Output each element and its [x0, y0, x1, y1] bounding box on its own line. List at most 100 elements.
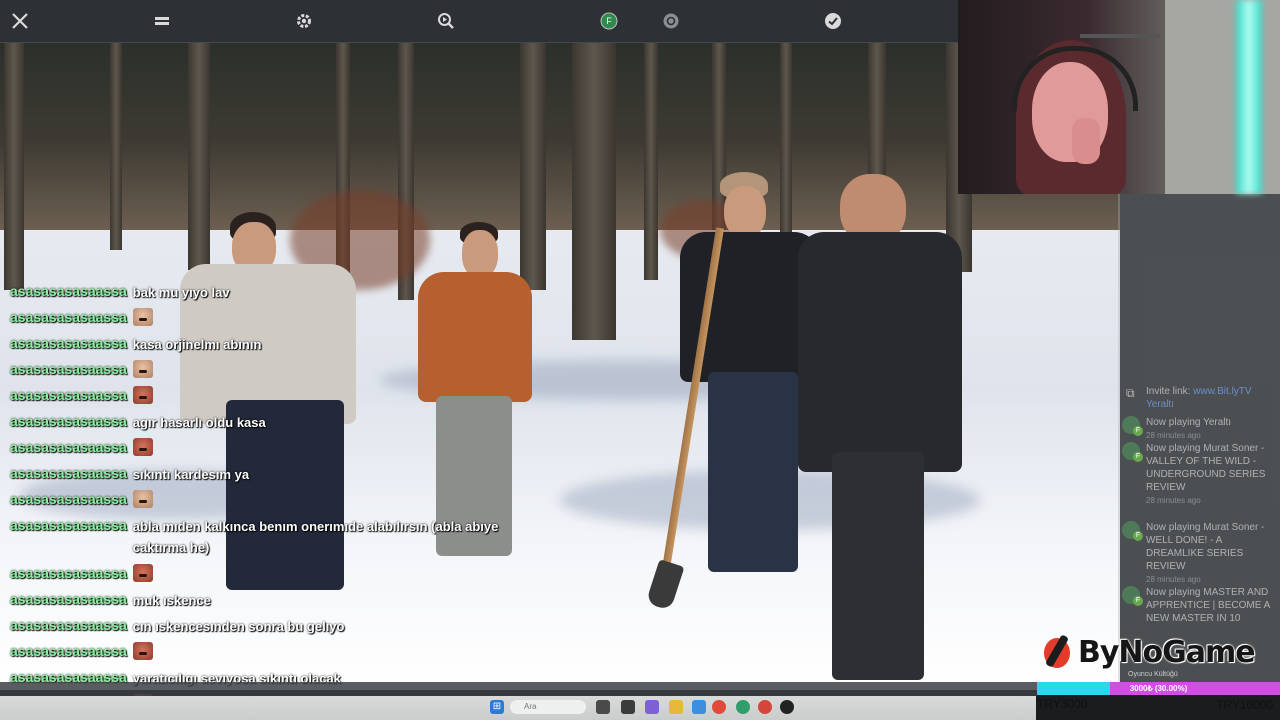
logo-text: ByNoGame: [1078, 634, 1256, 670]
zoom-in-icon[interactable]: [436, 11, 456, 31]
top-toolbar: F: [0, 0, 958, 43]
activity-entry: F Now playing MASTER AND APPRENTICE | BE…: [1122, 586, 1272, 632]
chat-username: asasasasasaassa: [10, 413, 127, 429]
chat-username: asasasasasaassa: [10, 439, 127, 455]
settings-round-icon[interactable]: [661, 11, 681, 31]
chat-text: bak mu yıyo lav: [132, 285, 230, 300]
list-icon[interactable]: [152, 11, 172, 31]
activity-entry: F Now playing Murat Soner - WELL DONE! -…: [1122, 521, 1272, 587]
legs: [708, 372, 798, 572]
chat-message: asasasasasaassa: [10, 360, 530, 386]
chat-username: asasasasasaassa: [10, 491, 127, 507]
file-explorer-icon[interactable]: [669, 700, 683, 714]
obs-icon[interactable]: [780, 700, 794, 714]
webcam-wall: [1165, 0, 1280, 194]
chat-username: asasasasasaassa: [10, 643, 127, 659]
goal-max-amount: TRY10000: [1216, 698, 1274, 712]
share-icon: ⧉: [1126, 386, 1135, 400]
chat-text: cın ıskencesınden sonra bu gelıyo: [132, 619, 345, 634]
chat-text: sıkıntı kardesım ya: [132, 467, 250, 482]
torso: [798, 232, 962, 472]
chat-message: asasasasasaassa: [10, 564, 530, 590]
activity-title: Now playing Yeraltı: [1146, 417, 1232, 428]
chat-message: asasasasasaassa: [10, 438, 530, 464]
chat-text: abla mıden kalkınca benım onerımıde alab…: [132, 519, 499, 555]
streamer-hand: [1072, 118, 1100, 164]
activity-time: 28 minutes ago: [1146, 431, 1201, 440]
chat-message: asasasasasaassa bak mu yıyo lav: [10, 282, 530, 308]
webcam-led-light: [1236, 0, 1262, 194]
tree-trunk: [572, 40, 616, 340]
chat-overlay: asasasasasaassa bak mu yıyo lav asasasas…: [10, 282, 530, 720]
f-badge-icon[interactable]: F: [599, 11, 619, 31]
logo-tagline: Oyuncu Kültüğü: [1128, 671, 1178, 678]
head: [462, 230, 498, 278]
chat-username: asasasasasaassa: [10, 591, 127, 607]
chat-message: asasasasasaassa muk ıskence: [10, 590, 530, 616]
activity-title: Now playing Murat Soner - WELL DONE! - A…: [1146, 522, 1265, 572]
goal-min-amount: TRY3000: [1037, 697, 1088, 711]
rage-emote-icon: [132, 386, 153, 404]
activity-time: 28 minutes ago: [1146, 575, 1201, 584]
rage-emote-icon: [132, 438, 153, 456]
face-emote-icon: [132, 490, 153, 508]
logo-mark-icon: [1040, 634, 1074, 670]
f-badge-icon: F: [1133, 531, 1143, 541]
invite-link[interactable]: Invite link: www.Bit.lyTV Yeraltı: [1146, 385, 1276, 411]
close-icon[interactable]: [10, 11, 30, 31]
chat-username: asasasasasaassa: [10, 465, 127, 481]
chat-username: asasasasasaassa: [10, 361, 127, 377]
gear-icon[interactable]: [294, 11, 314, 31]
f-badge-icon: F: [1133, 596, 1143, 606]
mail-icon[interactable]: [692, 700, 706, 714]
f-badge-icon: F: [1133, 426, 1143, 436]
task-view-icon[interactable]: [596, 700, 610, 714]
widgets-icon[interactable]: [621, 700, 635, 714]
chat-username: asasasasasaassa: [10, 283, 127, 299]
tree-trunk: [520, 40, 546, 290]
activity-title: Now playing MASTER AND APPRENTICE | BECO…: [1146, 587, 1270, 624]
chat-message: asasasasasaassa: [10, 308, 530, 334]
legs: [832, 452, 924, 680]
app-icon[interactable]: [736, 700, 750, 714]
chat-message: asasasasasaassa sıkıntı kardesım ya: [10, 464, 530, 490]
teams-icon[interactable]: [645, 700, 659, 714]
tree-trunk: [4, 40, 24, 290]
chat-username: asasasasasaassa: [10, 309, 127, 325]
activity-title: Now playing Murat Soner - VALLEY OF THE …: [1146, 443, 1266, 493]
chat-text: kasa orjinelmı abının: [132, 337, 262, 352]
face-emote-icon: [132, 308, 153, 326]
chat-message: asasasasasaassa: [10, 642, 530, 668]
tree-trunk: [780, 40, 792, 250]
head: [724, 186, 766, 238]
app-icon[interactable]: [758, 700, 772, 714]
tree-trunk: [188, 40, 210, 270]
webcam-shelf: [1080, 34, 1160, 38]
chat-username: asasasasasaassa: [10, 335, 127, 351]
bynogame-logo: ByNoGame: [1040, 632, 1256, 672]
chat-message: asasasasasaassa abla mıden kalkınca benı…: [10, 516, 530, 564]
chat-message: asasasasasaassa: [10, 386, 530, 412]
f-badge-label: F: [606, 16, 612, 26]
chat-username: asasasasasaassa: [10, 565, 127, 581]
chat-username: asasasasasaassa: [10, 617, 127, 633]
tree-trunk: [644, 40, 658, 280]
chat-message: asasasasasaassa cın ıskencesınden sonra …: [10, 616, 530, 642]
chat-text: muk ıskence: [132, 593, 211, 608]
activity-time: 28 minutes ago: [1146, 496, 1201, 505]
activity-entry: F Now playing Yeraltı 28 minutes ago: [1122, 416, 1272, 444]
chat-message: asasasasasaassa: [10, 490, 530, 516]
chat-username: asasasasasaassa: [10, 517, 127, 533]
video-bottom-strip: [0, 682, 1037, 696]
f-badge-icon: F: [1133, 452, 1143, 462]
chrome-icon[interactable]: [712, 700, 726, 714]
rage-emote-icon: [132, 564, 153, 582]
chat-message: asasasasasaassa agır hasarlı oldu kasa: [10, 412, 530, 438]
face-emote-icon: [132, 360, 153, 378]
windows-start-icon[interactable]: ⊞: [490, 700, 504, 714]
tree-trunk: [110, 40, 122, 250]
goal-progress-label: 3000₺ (30.00%): [1129, 684, 1188, 693]
check-icon[interactable]: [823, 11, 843, 31]
taskbar-search[interactable]: Ara: [510, 700, 586, 714]
chat-message: asasasasasaassa kasa orjinelmı abının: [10, 334, 530, 360]
